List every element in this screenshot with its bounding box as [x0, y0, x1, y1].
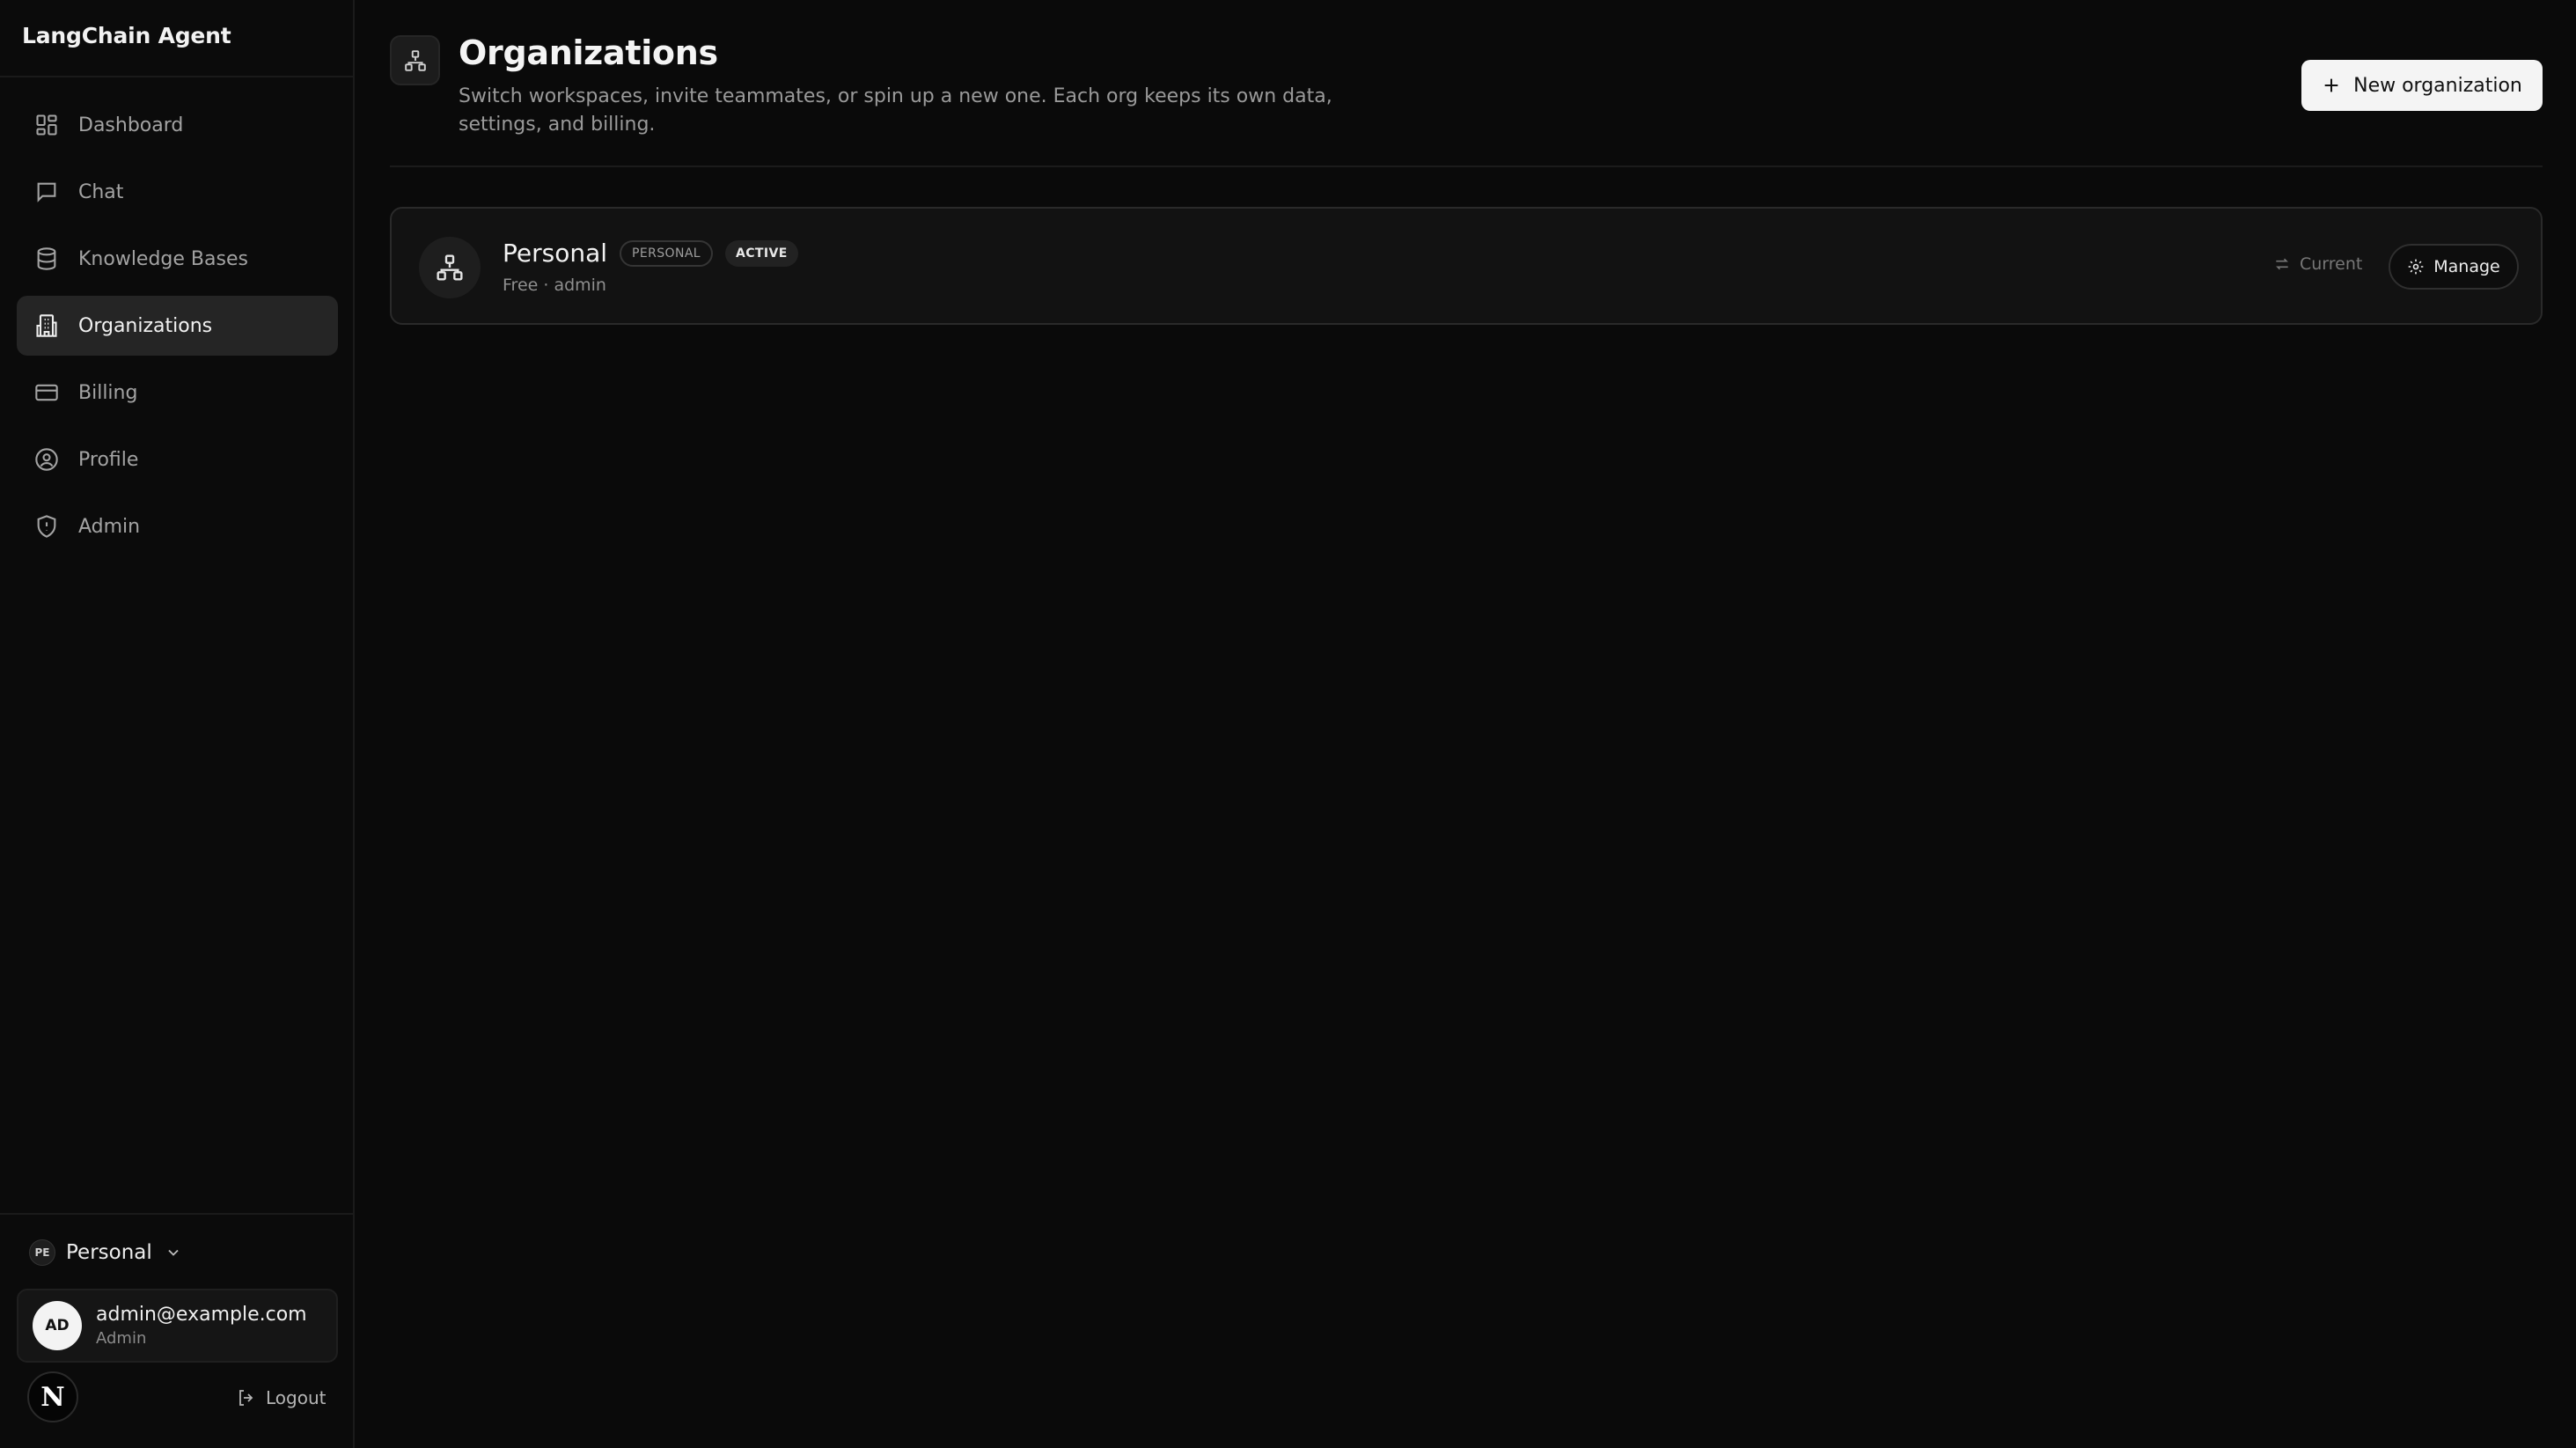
sidebar: LangChain Agent Dashboard Chat Knowledge… — [0, 0, 355, 1448]
chevron-down-icon — [165, 1244, 182, 1261]
sidebar-item-organizations[interactable]: Organizations — [17, 296, 338, 356]
sidebar-item-chat[interactable]: Chat — [17, 162, 338, 222]
sidebar-item-label: Admin — [78, 515, 141, 538]
switch-arrows-icon — [2273, 255, 2291, 273]
credit-card-icon — [33, 379, 61, 407]
page-title: Organizations — [459, 33, 718, 72]
avatar: AD — [33, 1301, 82, 1350]
org-meta: Free · admin — [503, 276, 606, 295]
current-indicator: Current — [2273, 254, 2362, 274]
new-organization-label: New organization — [2353, 74, 2522, 97]
org-tree-icon — [419, 237, 481, 298]
gear-icon — [2407, 258, 2425, 276]
database-icon — [33, 245, 61, 273]
sidebar-bottom-divider — [0, 1213, 353, 1215]
status-badge: ACTIVE — [725, 239, 798, 267]
sidebar-nav: Dashboard Chat Knowledge Bases Organizat… — [17, 95, 338, 563]
logout-icon — [236, 1387, 257, 1408]
user-email: admin@example.com — [96, 1304, 307, 1326]
shield-icon — [33, 512, 61, 540]
current-label: Current — [2300, 254, 2363, 274]
org-type-badge: PERSONAL — [620, 239, 714, 267]
user-role: Admin — [96, 1329, 147, 1348]
main-content: Organizations Switch workspaces, invite … — [355, 0, 2576, 1448]
org-card: Personal PERSONAL ACTIVE Free · admin Cu… — [390, 207, 2543, 325]
org-switcher-name: Personal — [66, 1241, 152, 1264]
sidebar-item-dashboard[interactable]: Dashboard — [17, 95, 338, 155]
building-icon — [33, 312, 61, 340]
dashboard-icon — [33, 111, 61, 139]
sidebar-item-label: Chat — [78, 180, 124, 203]
new-organization-button[interactable]: New organization — [2301, 60, 2543, 111]
user-card[interactable]: AD admin@example.com Admin — [17, 1289, 338, 1363]
sidebar-item-admin[interactable]: Admin — [17, 496, 338, 556]
n-logo-icon[interactable]: N — [27, 1371, 78, 1422]
manage-label: Manage — [2433, 257, 2500, 276]
sidebar-divider — [0, 76, 353, 77]
org-avatar: PE — [29, 1239, 55, 1266]
app-title: LangChain Agent — [22, 23, 231, 48]
page-description: Switch workspaces, invite teammates, or … — [459, 85, 1332, 136]
plus-icon — [2322, 76, 2341, 95]
chat-icon — [33, 178, 61, 206]
sidebar-item-billing[interactable]: Billing — [17, 363, 338, 423]
org-switcher[interactable]: PE Personal — [29, 1237, 182, 1268]
logout-button[interactable]: Logout — [236, 1387, 326, 1408]
sidebar-item-label: Billing — [78, 381, 138, 404]
sidebar-item-label: Organizations — [78, 314, 213, 337]
header-divider — [390, 165, 2543, 167]
sidebar-item-label: Knowledge Bases — [78, 247, 248, 270]
org-tree-icon — [390, 35, 440, 85]
user-circle-icon — [33, 445, 61, 474]
sidebar-item-label: Profile — [78, 448, 139, 471]
org-name: Personal — [503, 239, 608, 268]
sidebar-item-profile[interactable]: Profile — [17, 430, 338, 489]
manage-button[interactable]: Manage — [2389, 244, 2519, 290]
sidebar-item-label: Dashboard — [78, 114, 184, 136]
sidebar-item-knowledge-bases[interactable]: Knowledge Bases — [17, 229, 338, 289]
logout-label: Logout — [266, 1387, 327, 1408]
